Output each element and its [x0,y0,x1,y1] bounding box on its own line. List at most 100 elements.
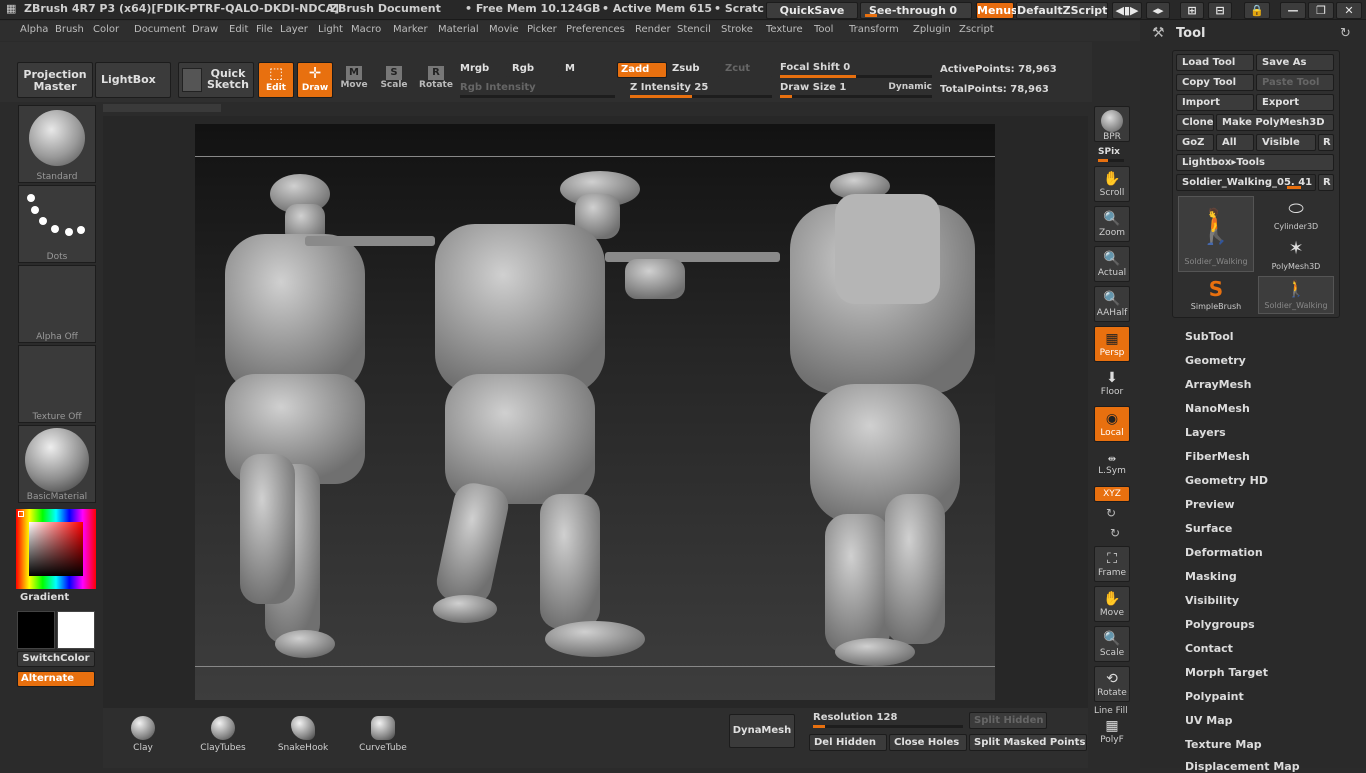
all-button[interactable]: All [1216,134,1254,151]
menu-document[interactable]: Document [134,24,186,35]
layout-icon[interactable]: ⊞ [1180,2,1204,19]
subpalette-layers[interactable]: Layers [1185,426,1226,439]
local-button[interactable]: ◉ Local [1094,406,1130,442]
subpalette-arraymesh[interactable]: ArrayMesh [1185,378,1251,391]
rgb-button[interactable]: Rgb [509,62,559,78]
menu-macro[interactable]: Macro [351,24,381,35]
menu-movie[interactable]: Movie [489,24,519,35]
menu-brush[interactable]: Brush [55,24,84,35]
floor-button[interactable]: ⬇ Floor [1094,366,1130,402]
import-button[interactable]: Import [1176,94,1254,111]
export-button[interactable]: Export [1256,94,1334,111]
maximize-icon[interactable]: ❐ [1308,2,1334,19]
load-tool-button[interactable]: Load Tool [1176,54,1254,71]
canvas-scroll-indicator[interactable] [103,104,221,112]
menu-layer[interactable]: Layer [280,24,308,35]
subpalette-geometry[interactable]: Geometry [1185,354,1246,367]
split-masked-button[interactable]: Split Masked Points [969,734,1087,751]
switch-color-button[interactable]: SwitchColor [17,651,95,667]
rotate-y-icon[interactable]: ↻ [1106,506,1116,520]
subpalette-displacement-map[interactable]: Displacement Map [1185,760,1300,773]
del-hidden-button[interactable]: Del Hidden [809,734,887,751]
zsub-button[interactable]: Zsub [669,62,719,78]
zscript-nav-icon[interactable]: ◀▮▶ [1112,2,1142,19]
scroll-button[interactable]: ✋ Scroll [1094,166,1130,202]
subpalette-masking[interactable]: Masking [1185,570,1237,583]
menu-alpha[interactable]: Alpha [20,24,48,35]
resolution-slider[interactable]: Resolution 128 [813,712,963,728]
clay-brush[interactable]: Clay [109,716,177,760]
make-polymesh-button[interactable]: Make PolyMesh3D [1216,114,1334,131]
mrgb-button[interactable]: Mrgb [457,62,507,78]
aahalf-button[interactable]: 🔍 AAHalf [1094,286,1130,322]
menu-material[interactable]: Material [438,24,479,35]
edit-button[interactable]: ⬚ Edit [258,62,294,98]
zadd-button[interactable]: Zadd [617,62,667,78]
menu-preferences[interactable]: Preferences [566,24,625,35]
draw-size-slider[interactable]: Draw Size 1 Dynamic [780,82,932,98]
subpalette-nanomesh[interactable]: NanoMesh [1185,402,1250,415]
zoom-button[interactable]: 🔍 Zoom [1094,206,1130,242]
subpalette-polypaint[interactable]: Polypaint [1185,690,1244,703]
main-color-swatch[interactable] [17,611,55,649]
scale-view-button[interactable]: 🔍 Scale [1094,626,1130,662]
draw-button[interactable]: ✛ Draw [297,62,333,98]
color-picker[interactable] [16,509,96,589]
rgb-intensity-slider[interactable]: Rgb Intensity [460,82,615,98]
material-thumbnail[interactable]: BasicMaterial [18,425,96,503]
brush-thumbnail[interactable]: Standard [18,105,96,183]
stroke-thumbnail[interactable]: Dots [18,185,96,263]
texture-thumbnail[interactable]: Texture Off [18,345,96,423]
actual-button[interactable]: 🔍 Actual [1094,246,1130,282]
refresh-icon[interactable]: ↻ [1340,26,1351,41]
z-intensity-slider[interactable]: Z Intensity 25 [630,82,772,98]
tool-simplebrush-thumb[interactable]: S SimpleBrush [1178,276,1254,314]
subpalette-preview[interactable]: Preview [1185,498,1235,511]
clone-button[interactable]: Clone [1176,114,1214,131]
curvetube-brush[interactable]: CurveTube [349,716,417,760]
menu-zplugin[interactable]: Zplugin [913,24,951,35]
minimize-icon[interactable]: — [1280,2,1306,19]
menu-tool[interactable]: Tool [814,24,833,35]
projection-master-button[interactable]: Projection Master [17,62,93,98]
menu-render[interactable]: Render [635,24,671,35]
rotate-button[interactable]: R Rotate [419,62,453,98]
tool-soldier-2-thumb[interactable]: 🚶 Soldier_Walking [1258,276,1334,314]
lightbox-tools-button[interactable]: Lightbox▸Tools [1176,154,1334,171]
move-button[interactable]: M Move [338,62,370,98]
m-button[interactable]: M [562,62,612,78]
subpalette-polygroups[interactable]: Polygroups [1185,618,1255,631]
menu-stencil[interactable]: Stencil [677,24,711,35]
move-view-button[interactable]: ✋ Move [1094,586,1130,622]
subpalette-subtool[interactable]: SubTool [1185,330,1234,343]
secondary-color-swatch[interactable] [57,611,95,649]
subpalette-surface[interactable]: Surface [1185,522,1232,535]
color-square[interactable] [29,522,83,576]
bpr-button[interactable]: BPR [1094,106,1130,142]
subpalette-contact[interactable]: Contact [1185,642,1233,655]
document-canvas[interactable] [195,124,995,700]
gradient-label[interactable]: Gradient [20,592,69,603]
close-holes-button[interactable]: Close Holes [889,734,967,751]
subpalette-uv-map[interactable]: UV Map [1185,714,1233,727]
dynamesh-button[interactable]: DynaMesh [729,714,795,748]
visible-button[interactable]: Visible [1256,134,1316,151]
copy-tool-button[interactable]: Copy Tool [1176,74,1254,91]
layout-2-icon[interactable]: ⊟ [1208,2,1232,19]
save-as-button[interactable]: Save As [1256,54,1334,71]
spix-slider[interactable]: SPix [1098,146,1128,162]
tool-soldier-thumb[interactable]: 🚶 Soldier_Walking [1178,196,1254,272]
goz-button[interactable]: GoZ [1176,134,1214,151]
default-zscript-button[interactable]: DefaultZScript [1016,2,1108,19]
paste-tool-button[interactable]: Paste Tool [1256,74,1334,91]
scale-button[interactable]: S Scale [378,62,410,98]
menu-marker[interactable]: Marker [393,24,428,35]
r-button[interactable]: R [1318,134,1334,151]
menu-stroke[interactable]: Stroke [721,24,753,35]
menu-texture[interactable]: Texture [766,24,803,35]
subpalette-morph-target[interactable]: Morph Target [1185,666,1268,679]
claytubes-brush[interactable]: ClayTubes [189,716,257,760]
r-button-2[interactable]: R [1318,174,1334,191]
see-through-slider[interactable]: See-through 0 [860,2,972,19]
subpalette-visibility[interactable]: Visibility [1185,594,1239,607]
